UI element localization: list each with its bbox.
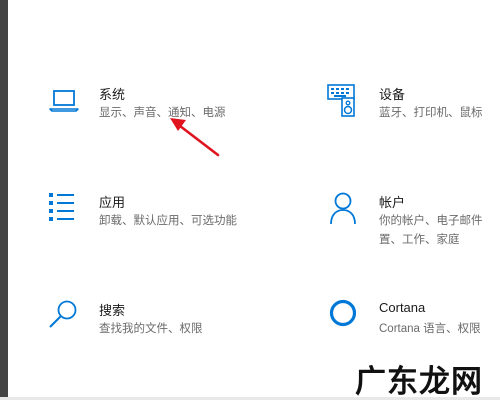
tile-description: 蓝牙、打印机、鼠标 — [379, 107, 483, 119]
tile-title: 帐户 — [379, 195, 406, 210]
tile-description-line: 置、工作、家庭 — [379, 234, 460, 246]
tile-description: 卸载、默认应用、可选功能 — [99, 215, 237, 227]
person-icon — [325, 190, 365, 230]
tile-description-line: 你的帐户、电子邮件 — [379, 215, 483, 227]
search-icon — [45, 298, 85, 338]
cortana-circle-icon — [325, 298, 365, 338]
tile-title: Cortana — [379, 300, 426, 315]
list-icon — [45, 190, 85, 230]
settings-tile-search[interactable]: 搜索 查找我的文件、权限 — [45, 298, 265, 348]
tile-description: 你的帐户、电子邮件 置、工作、家庭 — [379, 212, 483, 250]
tile-title: 搜索 — [99, 303, 126, 318]
settings-tile-devices[interactable]: 设备 蓝牙、打印机、鼠标 — [325, 82, 500, 132]
tile-description: 查找我的文件、权限 — [99, 323, 203, 335]
settings-tile-apps[interactable]: 应用 卸载、默认应用、可选功能 — [45, 190, 265, 240]
tile-title: 系统 — [99, 87, 126, 102]
settings-tile-accounts[interactable]: 帐户 你的帐户、电子邮件 置、工作、家庭 — [325, 190, 500, 250]
tile-description: Cortana 语言、权限 — [379, 323, 481, 335]
watermark-text: 广东龙网 — [355, 364, 483, 400]
settings-tile-cortana[interactable]: Cortana Cortana 语言、权限 — [325, 298, 500, 348]
window-left-edge — [0, 0, 8, 400]
tile-description: 显示、声音、通知、电源 — [99, 107, 226, 119]
keyboard-speaker-icon — [325, 82, 365, 122]
laptop-icon — [45, 82, 85, 122]
tile-title: 应用 — [99, 195, 126, 210]
tile-title: 设备 — [379, 87, 406, 102]
settings-tile-system[interactable]: 系统 显示、声音、通知、电源 — [45, 82, 265, 132]
